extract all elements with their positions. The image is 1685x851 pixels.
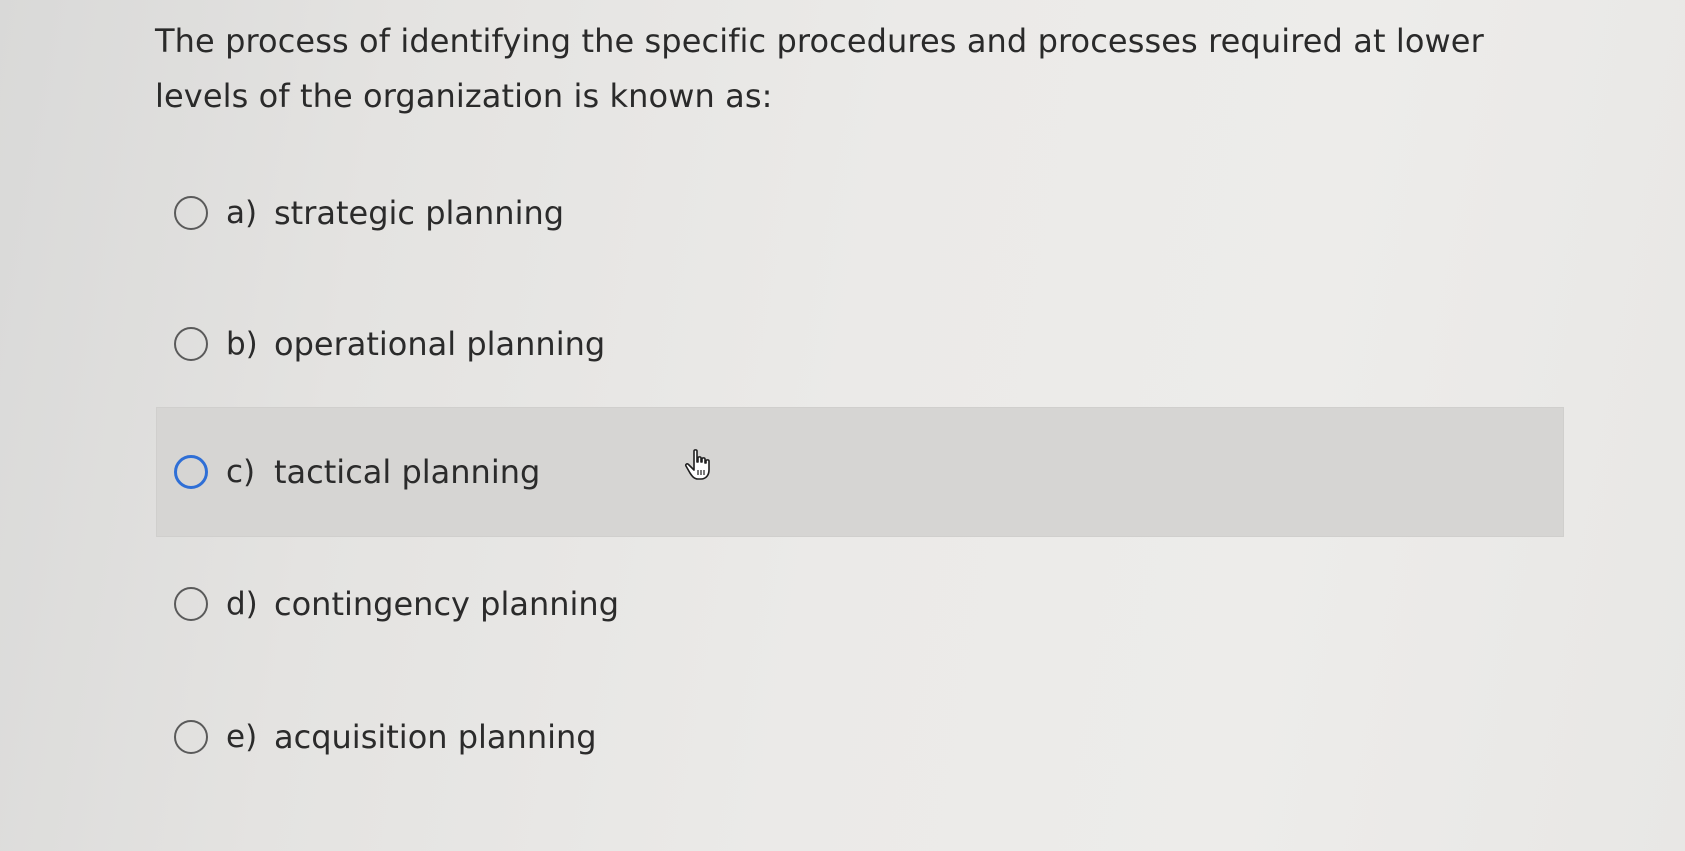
option-letter-e: e) — [226, 719, 258, 755]
option-label-a: strategic planning — [274, 194, 565, 232]
pointer-hand-icon — [684, 449, 710, 480]
option-label-e: acquisition planning — [274, 718, 597, 756]
radio-button-d[interactable] — [174, 587, 208, 621]
quiz-container: The process of identifying the specific … — [0, 0, 1685, 851]
option-b[interactable]: b) operational planning — [156, 279, 1564, 409]
option-d[interactable]: d) contingency planning — [156, 539, 1564, 669]
option-e[interactable]: e) acquisition planning — [156, 672, 1564, 802]
option-label-b: operational planning — [274, 325, 606, 363]
option-label-c: tactical planning — [274, 453, 541, 491]
radio-button-b[interactable] — [174, 327, 208, 361]
option-label-d: contingency planning — [274, 585, 620, 623]
option-letter-b: b) — [226, 326, 258, 362]
radio-button-c[interactable] — [174, 455, 208, 489]
option-a[interactable]: a) strategic planning — [156, 148, 1564, 278]
option-c[interactable]: c) tactical planning — [156, 407, 1564, 537]
radio-button-a[interactable] — [174, 196, 208, 230]
option-letter-c: c) — [226, 454, 256, 490]
option-letter-d: d) — [226, 586, 258, 622]
radio-button-e[interactable] — [174, 720, 208, 754]
question-text: The process of identifying the specific … — [155, 22, 1484, 115]
option-letter-a: a) — [226, 195, 258, 231]
